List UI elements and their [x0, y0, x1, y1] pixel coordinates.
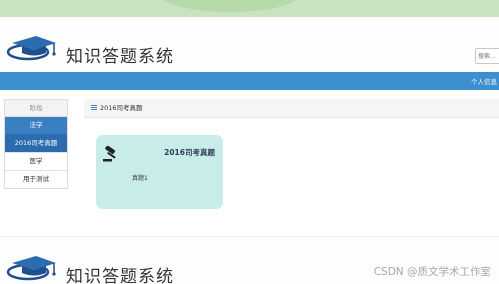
top-banner [0, 0, 499, 17]
card-subtitle: 真题1 [132, 175, 148, 182]
sidebar-item-medicine[interactable]: 医学 [5, 153, 67, 171]
sidebar-item-2016-exam[interactable]: 2016司考真题 [5, 135, 67, 153]
main-content: 阶段 法学 2016司考真题 医学 用于测试 2016司考真题 2016司考真题… [0, 90, 499, 230]
panel-title: 2016司考真题 [100, 104, 143, 112]
exam-card[interactable]: 2016司考真题 真题1 [96, 135, 223, 209]
card-title: 2016司考真题 [164, 148, 215, 157]
search-input[interactable] [475, 48, 499, 64]
sidebar-heading: 阶段 [5, 100, 67, 117]
panel-header: 2016司考真题 [84, 99, 499, 118]
site-title: 知识答题系统 [66, 267, 174, 284]
list-icon [91, 104, 97, 110]
navbar: 个人信息 [0, 72, 499, 90]
exam-panel: 2016司考真题 2016司考真题 真题1 [84, 99, 499, 224]
csdn-watermark: CSDN @质文学术工作室 [373, 266, 491, 278]
site-title: 知识答题系统 [66, 47, 174, 67]
header: 知识答题系统 [0, 17, 499, 73]
gavel-icon [103, 146, 116, 162]
sidebar-item-test[interactable]: 用于测试 [5, 171, 67, 188]
app-window: 知识答题系统 个人信息 阶段 法学 2016司考真题 医学 用于测试 2016司… [0, 0, 499, 284]
banner-decoration [160, 0, 300, 12]
profile-link[interactable]: 个人信息 [471, 76, 497, 86]
mortarboard-logo-icon[interactable] [6, 253, 60, 281]
sidebar-item-law[interactable]: 法学 [5, 117, 67, 135]
mortarboard-logo-icon[interactable] [6, 33, 60, 61]
stage-sidebar: 阶段 法学 2016司考真题 医学 用于测试 [4, 99, 68, 189]
